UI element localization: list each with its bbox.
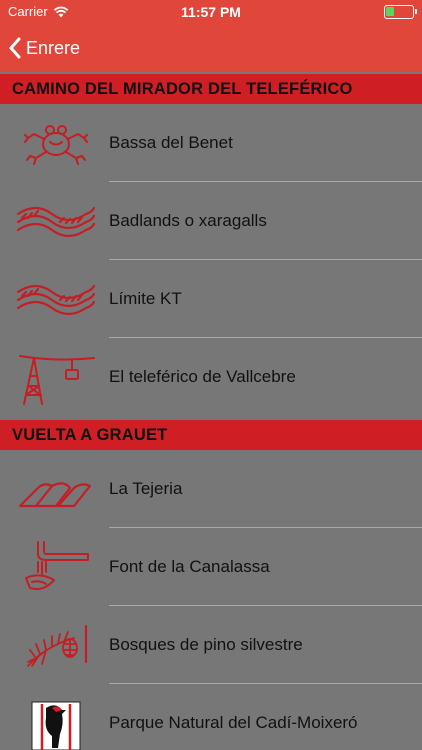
list-item[interactable]: Bosques de pino silvestre — [0, 606, 422, 684]
list-item-label: Parque Natural del Cadí-Moixeró — [109, 713, 358, 732]
list-item[interactable]: La Tejeria — [0, 450, 422, 528]
list-item[interactable]: Badlands o xaragalls — [0, 182, 422, 260]
fountain-icon — [25, 541, 89, 590]
section-header-grauet: VUELTA A GRAUET — [0, 420, 422, 450]
back-button[interactable]: Enrere — [0, 37, 80, 59]
back-button-label: Enrere — [26, 37, 81, 58]
list-item[interactable]: Font de la Canalassa — [0, 528, 422, 606]
battery-icon — [384, 5, 417, 19]
badlands-icon — [16, 206, 96, 238]
chevron-left-icon — [9, 37, 21, 59]
list-item-label: Bassa del Benet — [109, 133, 233, 152]
roof-tile-icon — [18, 482, 92, 508]
kt-limit-icon — [16, 284, 96, 316]
pine-branch-icon — [27, 624, 88, 667]
cable-car-icon — [19, 355, 95, 405]
list-item[interactable]: Límite KT — [0, 260, 422, 338]
section-header-mirador: CAMINO DEL MIRADOR DEL TELEFÉRICO — [0, 74, 422, 104]
list-item-label: Límite KT — [109, 289, 182, 308]
clock: 11:57 PM — [181, 4, 241, 20]
frog-icon — [24, 125, 88, 165]
list-item-label: Font de la Canalassa — [109, 557, 270, 576]
battery-level — [386, 7, 394, 16]
list-item[interactable]: Bassa del Benet — [0, 104, 422, 182]
woodpecker-icon — [31, 701, 81, 750]
list-item-label: El teleférico de Vallcebre — [109, 367, 296, 386]
status-bar: Carrier 11:57 PM — [0, 0, 422, 24]
list-item-label: Bosques de pino silvestre — [109, 635, 303, 654]
list-item[interactable]: El teleférico de Vallcebre — [0, 338, 422, 416]
app-header: Carrier 11:57 PM Enrere — [0, 0, 422, 72]
list-item-label: Badlands o xaragalls — [109, 211, 267, 230]
navigation-bar: Enrere — [0, 24, 422, 72]
list-item[interactable]: Parque Natural del Cadí-Moixeró — [0, 684, 422, 750]
list-item-label: La Tejeria — [109, 479, 183, 498]
